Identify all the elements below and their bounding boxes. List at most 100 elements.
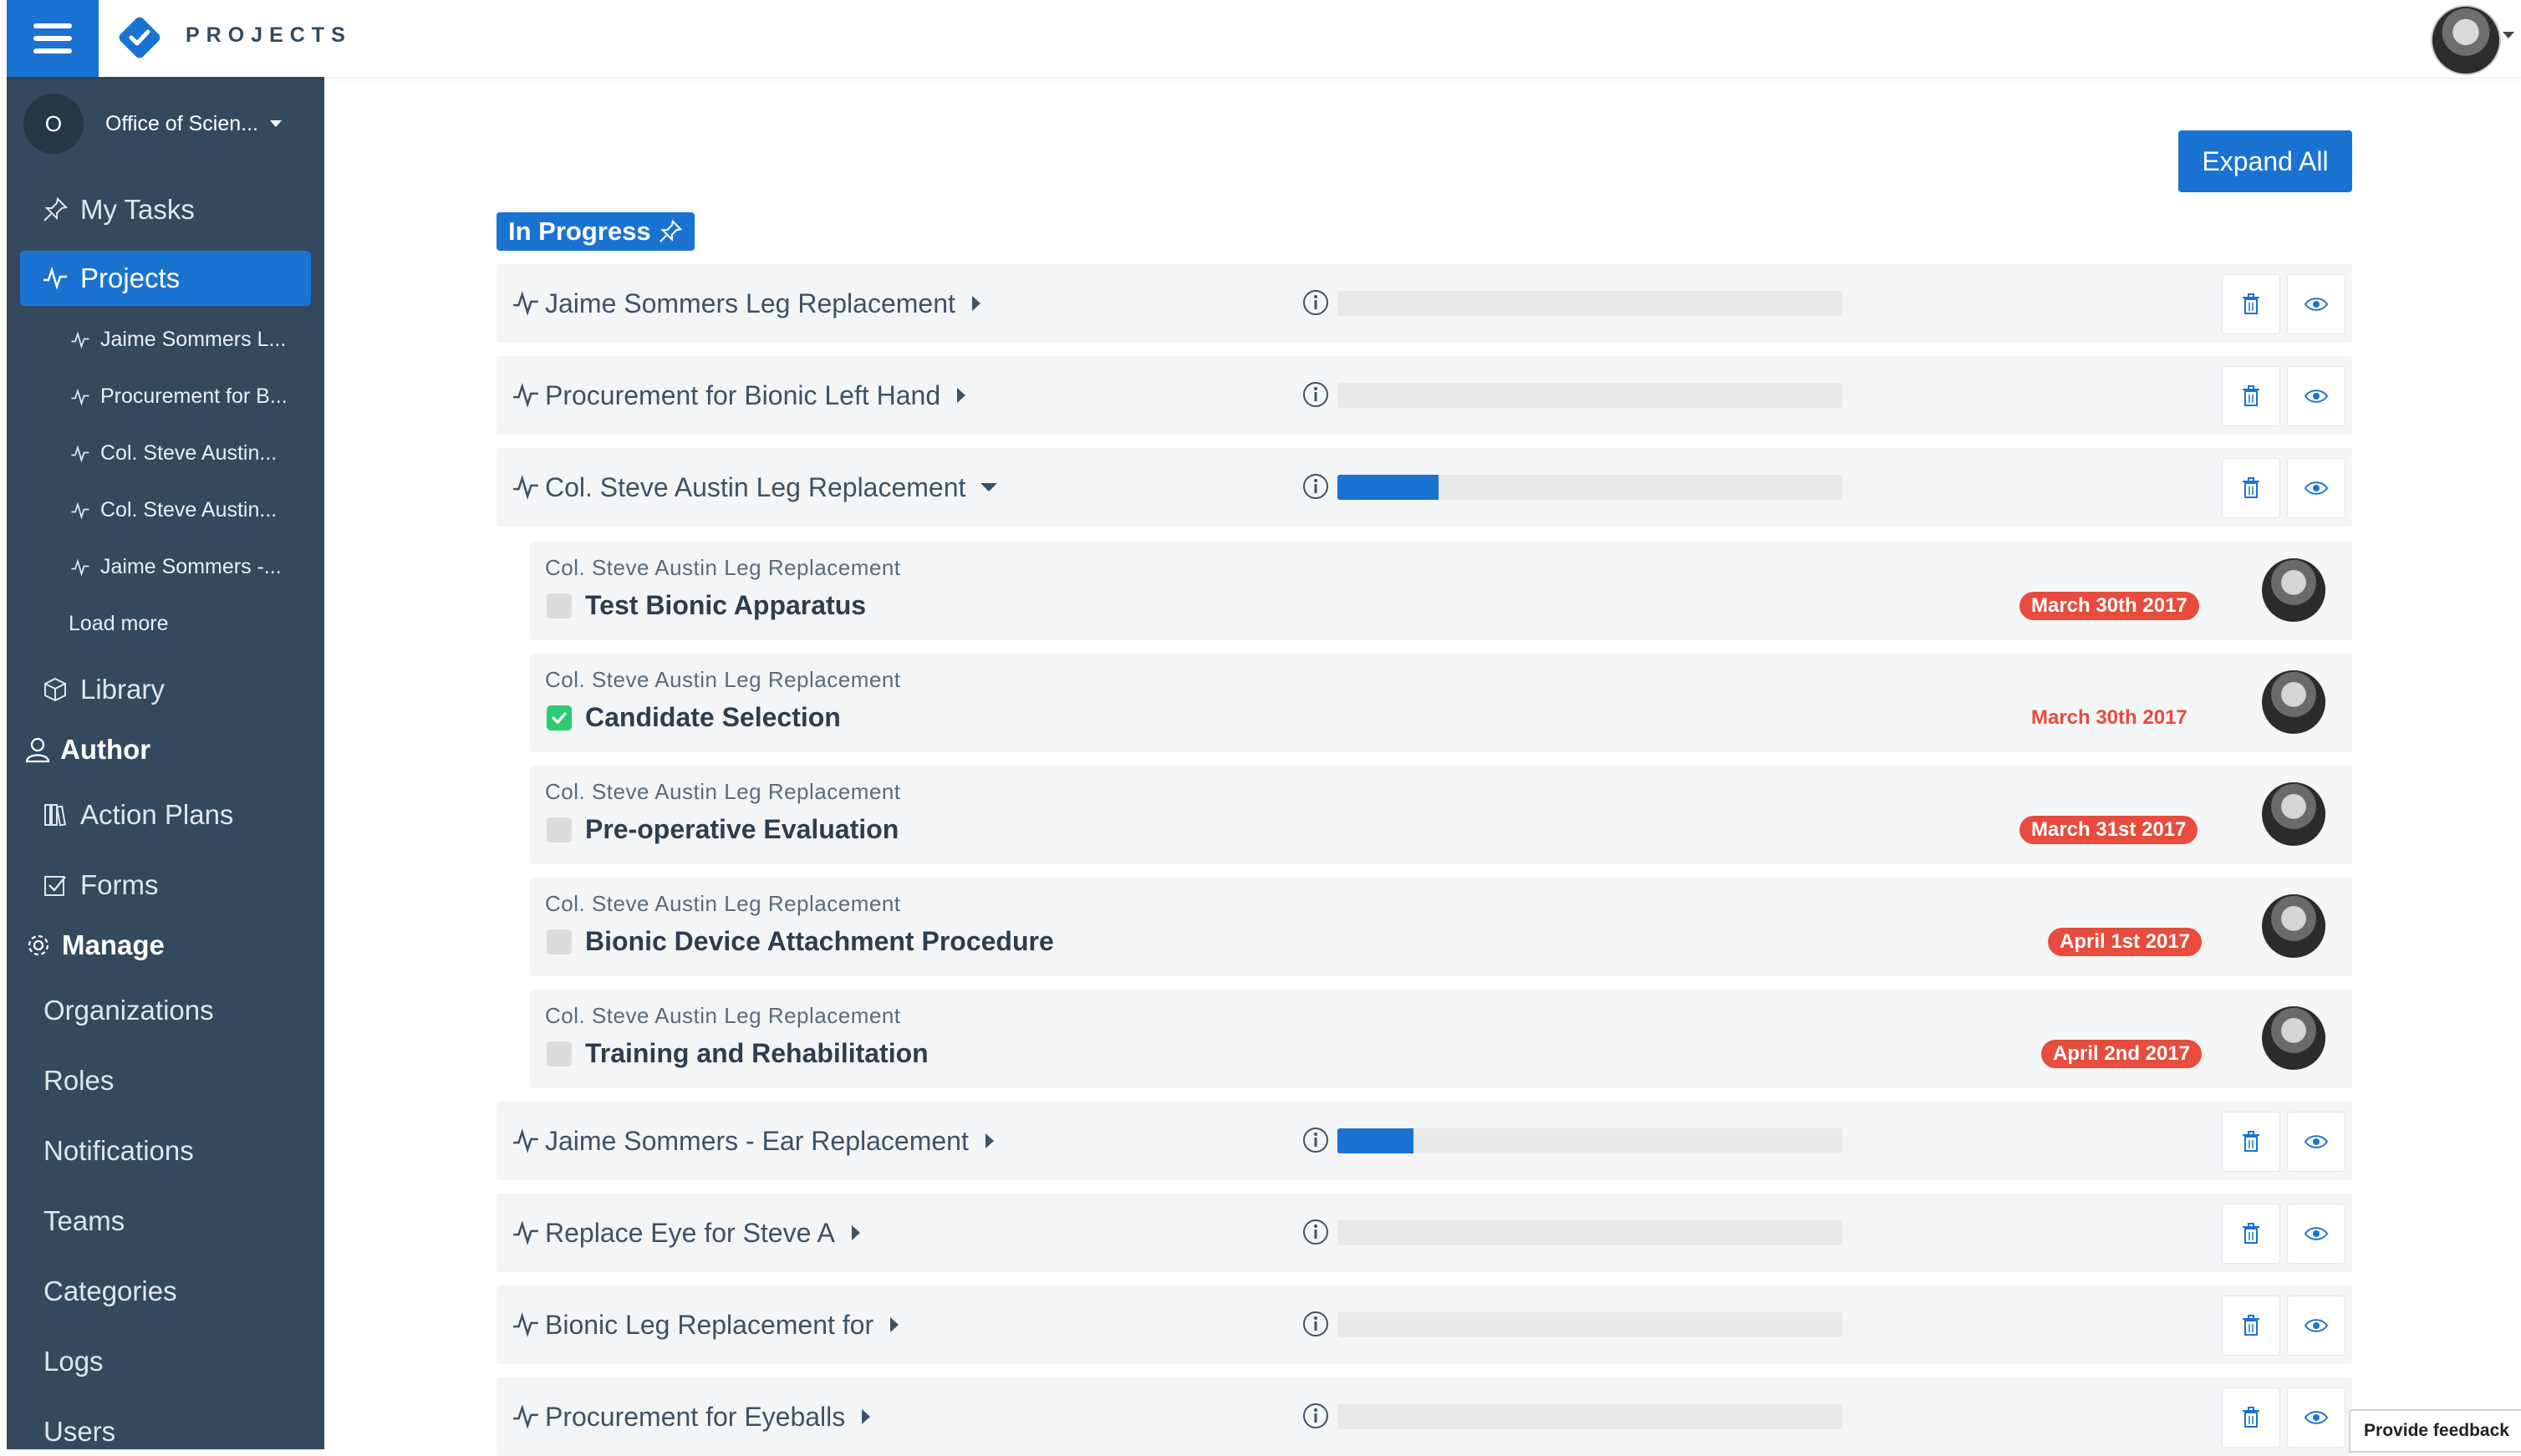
project-row[interactable]: Replace Eye for Steve A [497,1194,2352,1272]
app-logo-icon[interactable] [117,15,162,60]
caret-right-icon[interactable] [862,1409,871,1424]
sidebar-item-library[interactable]: Library [20,662,311,717]
delete-button[interactable] [2222,1204,2280,1264]
assignee-avatar[interactable] [2262,1006,2325,1070]
sidebar-item-organizations[interactable]: Organizations [43,995,214,1026]
project-row[interactable]: Col. Steve Austin Leg Replacement [497,448,2352,527]
delete-button[interactable] [2222,1296,2280,1356]
sidebar-item-categories[interactable]: Categories [43,1275,177,1307]
task-checkbox[interactable] [547,929,572,955]
progress-bar-fill [1337,1128,1413,1153]
sidebar-item-my-tasks[interactable]: My Tasks [20,182,311,237]
sidebar-project-item[interactable]: Procurement for B... [70,384,288,409]
view-button[interactable] [2287,366,2345,426]
progress-bar [1337,1312,1842,1337]
eye-icon [2304,1319,2329,1332]
sidebar-project-item[interactable]: Jaime Sommers L... [70,328,286,352]
sidebar-project-label: Col. Steve Austin... [100,498,278,522]
task-checkbox[interactable] [547,817,572,843]
view-button[interactable] [2287,458,2345,518]
task-card[interactable]: Col. Steve Austin Leg Replacement Test B… [530,542,2352,640]
sidebar-item-projects[interactable]: Projects [20,251,311,306]
assignee-avatar[interactable] [2262,670,2325,734]
view-button[interactable] [2287,274,2345,334]
sidebar-item-forms[interactable]: Forms [20,858,311,913]
task-parent-project: Col. Steve Austin Leg Replacement [545,555,901,580]
info-icon[interactable] [1302,289,1329,316]
sidebar-project-item[interactable]: Col. Steve Austin... [70,498,277,522]
assignee-avatar[interactable] [2262,558,2325,622]
org-avatar: O [23,94,84,154]
project-row[interactable]: Jaime Sommers - Ear Replacement [497,1102,2352,1180]
expand-all-button[interactable]: Expand All [2178,130,2352,192]
caret-right-icon[interactable] [890,1317,899,1332]
view-button[interactable] [2287,1296,2345,1356]
view-button[interactable] [2287,1112,2345,1172]
info-icon[interactable] [1302,1311,1329,1337]
assignee-avatar[interactable] [2262,894,2325,958]
project-row[interactable]: Procurement for Eyeballs [497,1377,2352,1456]
project-title[interactable]: Replace Eye for Steve A [545,1194,860,1272]
task-checkbox[interactable] [547,1041,572,1067]
load-more-link[interactable]: Load more [69,612,169,636]
project-title[interactable]: Procurement for Bionic Left Hand [545,356,966,435]
project-title[interactable]: Jaime Sommers - Ear Replacement [545,1102,994,1180]
project-row[interactable]: Procurement for Bionic Left Hand [497,356,2352,435]
project-title[interactable]: Bionic Leg Replacement for [545,1285,899,1364]
caret-right-icon[interactable] [971,296,980,311]
delete-button[interactable] [2222,1387,2280,1448]
caret-right-icon[interactable] [957,388,966,403]
project-title[interactable]: Procurement for Eyeballs [545,1377,871,1456]
task-title[interactable]: Bionic Device Attachment Procedure [585,926,1054,957]
project-title[interactable]: Col. Steve Austin Leg Replacement [545,448,998,527]
info-icon[interactable] [1302,1127,1329,1153]
pulse-icon [513,1404,538,1429]
delete-button[interactable] [2222,366,2280,426]
sidebar-project-label: Col. Steve Austin... [100,441,278,465]
project-row[interactable]: Bionic Leg Replacement for [497,1285,2352,1364]
task-title[interactable]: Pre-operative Evaluation [585,814,899,845]
org-switcher[interactable]: O Office of Scien... [23,94,282,154]
project-title-text: Procurement for Eyeballs [545,1401,846,1432]
eye-icon [2304,1411,2329,1424]
caret-down-icon[interactable] [980,483,998,491]
info-icon[interactable] [1302,1219,1329,1245]
view-button[interactable] [2287,1387,2345,1448]
hamburger-menu-icon[interactable] [7,0,99,77]
task-card[interactable]: Col. Steve Austin Leg Replacement Traini… [530,990,2352,1088]
sidebar-item-notifications[interactable]: Notifications [43,1135,194,1167]
caret-right-icon[interactable] [851,1225,860,1240]
status-filter-badge[interactable]: In Progress [497,212,695,251]
delete-button[interactable] [2222,1112,2280,1172]
sidebar-item-teams[interactable]: Teams [43,1205,125,1237]
pulse-icon [71,558,89,576]
user-avatar[interactable] [2431,5,2501,75]
task-title[interactable]: Test Bionic Apparatus [585,590,866,621]
delete-button[interactable] [2222,274,2280,334]
assignee-avatar[interactable] [2262,782,2325,846]
sidebar-project-item[interactable]: Col. Steve Austin... [70,441,277,466]
task-checkbox[interactable] [547,593,572,619]
sidebar-item-logs[interactable]: Logs [43,1346,104,1377]
task-card[interactable]: Col. Steve Austin Leg Replacement Bionic… [530,878,2352,976]
task-title[interactable]: Training and Rehabilitation [585,1038,929,1069]
sidebar-item-users[interactable]: Users [43,1416,115,1448]
info-icon[interactable] [1302,473,1329,500]
view-button[interactable] [2287,1204,2345,1264]
task-title[interactable]: Candidate Selection [585,702,841,733]
delete-button[interactable] [2222,458,2280,518]
project-title[interactable]: Jaime Sommers Leg Replacement [545,264,980,343]
project-title-text: Replace Eye for Steve A [545,1217,835,1248]
sidebar-item-action-plans[interactable]: Action Plans [20,787,311,843]
sidebar-project-item[interactable]: Jaime Sommers -... [70,555,282,579]
info-icon[interactable] [1302,1403,1329,1429]
task-card[interactable]: Col. Steve Austin Leg Replacement Pre-op… [530,766,2352,864]
user-menu-caret-icon[interactable] [2503,32,2514,38]
project-row[interactable]: Jaime Sommers Leg Replacement [497,264,2352,343]
caret-right-icon[interactable] [985,1133,994,1148]
task-checkbox-checked[interactable] [547,705,572,731]
info-icon[interactable] [1302,381,1329,408]
provide-feedback-button[interactable]: Provide feedback [2349,1409,2521,1453]
sidebar-item-roles[interactable]: Roles [43,1065,114,1097]
task-card[interactable]: Col. Steve Austin Leg Replacement Candid… [530,654,2352,752]
